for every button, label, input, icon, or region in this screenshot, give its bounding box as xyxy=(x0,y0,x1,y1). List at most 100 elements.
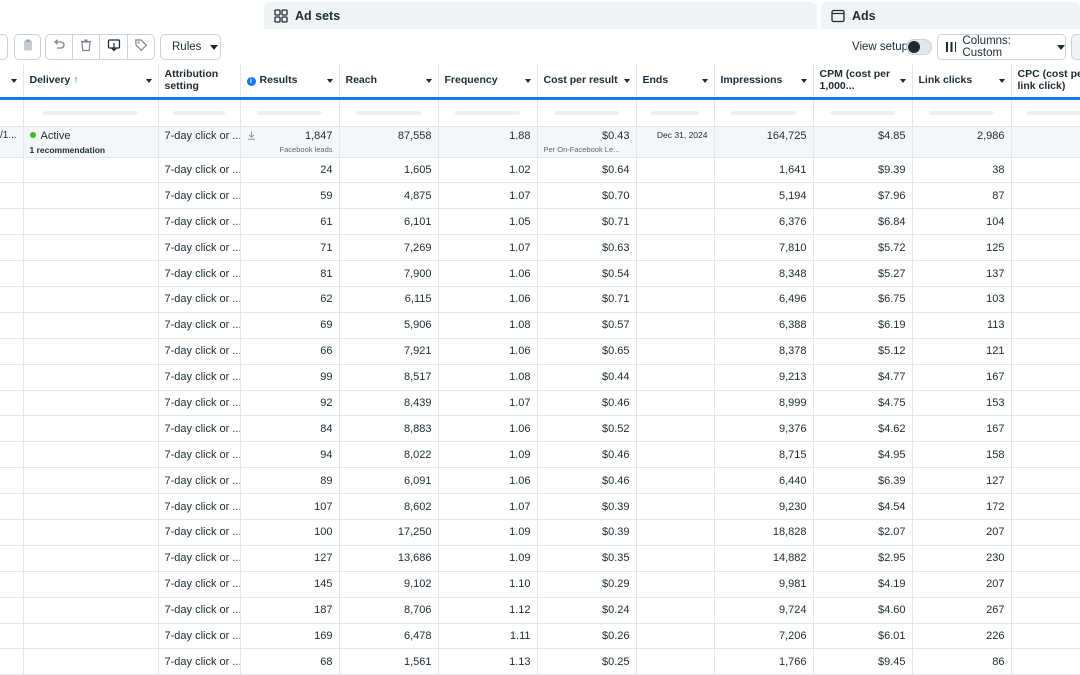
breakdown-button[interactable] xyxy=(1071,34,1080,60)
table-row[interactable]: 7-day click or ... 84 8,883 1.06 $0.52 9,376 $… xyxy=(0,415,1080,443)
table-row[interactable]: 7-day click or ... 24 1,605 1.02 $0.64 1,641 $… xyxy=(0,157,1080,184)
columns-icon xyxy=(946,42,957,52)
ends-cell xyxy=(636,208,715,236)
ends-cell xyxy=(636,441,715,469)
delivery-cell xyxy=(23,312,159,339)
ends-cell xyxy=(636,545,715,572)
delivery-cell xyxy=(23,467,159,495)
column-header-name[interactable] xyxy=(0,64,24,100)
results-cell: 62 xyxy=(240,286,340,313)
table-row[interactable]: 7-day click or ... 187 8,706 1.12 $0.24 9,724… xyxy=(0,597,1080,624)
table-row[interactable]: 7-day click or ... 81 7,900 1.06 $0.54 8,348 $… xyxy=(0,260,1080,287)
undo-button[interactable] xyxy=(45,34,73,60)
cpc-cell xyxy=(1011,493,1080,520)
impressions-cell: 5,194 xyxy=(714,182,814,210)
table-row[interactable]: 7-day click or ... 62 6,115 1.06 $0.71 6,496 $… xyxy=(0,286,1080,313)
table-row[interactable]: 7-day click or ... 145 9,102 1.10 $0.29 9,981… xyxy=(0,571,1080,598)
cost-per-result-cell: $0.70 xyxy=(537,182,637,210)
tab-campaigns[interactable] xyxy=(0,2,258,29)
view-setup-toggle[interactable] xyxy=(906,39,932,55)
tag-button[interactable] xyxy=(127,34,155,60)
cpm-cell: $5.27 xyxy=(813,260,913,287)
header-label: Delivery xyxy=(29,74,71,87)
column-header-cpm[interactable]: CPM (cost per 1,000... xyxy=(813,64,913,100)
table-row[interactable]: 7-day click or ... 94 8,022 1.09 $0.46 8,715 $… xyxy=(0,441,1080,469)
frequency-cell: 1.07 xyxy=(438,234,538,262)
attribution-cell: 7-day click or ... xyxy=(158,415,241,443)
ends-cell: Dec 31, 2024 xyxy=(636,126,715,158)
info-icon: i xyxy=(246,77,256,87)
results-cell: 145 xyxy=(240,571,340,598)
duplicate-button[interactable] xyxy=(14,34,41,60)
frequency-cell: 1.13 xyxy=(438,648,538,675)
table-row[interactable]: 7-day click or ... 89 6,091 1.06 $0.46 6,440 $… xyxy=(0,467,1080,495)
link-clicks-cell: 207 xyxy=(912,571,1012,598)
name-cell xyxy=(0,571,24,598)
attribution-cell: 7-day click or ... xyxy=(158,493,241,520)
results-type: Facebook leads xyxy=(279,144,333,154)
level-tabs: Ad sets Ads xyxy=(0,0,1080,30)
column-header-results[interactable]: i Results xyxy=(240,64,340,100)
toolbar: Rules View setup Columns: Custom xyxy=(0,30,1080,64)
attribution-cell: 7-day click or ... xyxy=(158,234,241,262)
rules-dropdown[interactable]: Rules xyxy=(160,34,221,60)
cpm-cell: $5.12 xyxy=(813,338,913,365)
ad-sets-table: Delivery ↑ Attribution setting i Results … xyxy=(0,64,1080,675)
cost-per-result-cell: $0.25 xyxy=(537,648,637,675)
delete-button[interactable] xyxy=(72,34,100,60)
cost-per-result-cell: $0.57 xyxy=(537,312,637,339)
table-row[interactable]: 7-day click or ... 61 6,101 1.05 $0.71 6,376 $… xyxy=(0,208,1080,236)
cpm-cell: $6.19 xyxy=(813,312,913,339)
column-header-impressions[interactable]: Impressions xyxy=(714,64,814,100)
name-cell[interactable]: /1... xyxy=(0,126,24,158)
table-row[interactable]: 7-day click or ... 127 13,686 1.09 $0.35 14,8… xyxy=(0,545,1080,572)
table-row[interactable]: 7-day click or ... 107 8,602 1.07 $0.39 9,230… xyxy=(0,493,1080,520)
cost-per-result-cell: $0.64 xyxy=(537,157,637,184)
name-cell xyxy=(0,286,24,313)
column-header-cpc[interactable]: CPC (cost per link click) xyxy=(1011,64,1080,100)
header-label: Impressions xyxy=(720,74,783,87)
column-header-frequency[interactable]: Frequency xyxy=(438,64,538,100)
cost-per-result-cell: $0.46 xyxy=(537,390,637,417)
column-header-cost-per-result[interactable]: Cost per result xyxy=(537,64,637,100)
column-header-ends[interactable]: Ends xyxy=(636,64,715,100)
table-row[interactable]: 7-day click or ... 59 4,875 1.07 $0.70 5,194 $… xyxy=(0,182,1080,210)
tab-ad-sets[interactable]: Ad sets xyxy=(264,2,817,29)
header-label: Reach xyxy=(345,74,378,87)
table-row[interactable]: 7-day click or ... 99 8,517 1.08 $0.44 9,213 $… xyxy=(0,364,1080,391)
table-row[interactable]: 7-day click or ... 68 1,561 1.13 $0.25 1,766 $… xyxy=(0,648,1080,675)
table-row[interactable]: 7-day click or ... 92 8,439 1.07 $0.46 8,999 $… xyxy=(0,390,1080,417)
table-row[interactable]: 7-day click or ... 71 7,269 1.07 $0.63 7,810 $… xyxy=(0,234,1080,262)
delivery-cell: Active 1 recommendation xyxy=(23,126,159,158)
impressions-cell: 8,378 xyxy=(714,338,814,365)
column-header-reach[interactable]: Reach xyxy=(339,64,439,100)
header-label: Frequency xyxy=(444,74,498,87)
tab-ads[interactable]: Ads xyxy=(821,2,1080,29)
name-cell xyxy=(0,648,24,675)
sort-caret-icon xyxy=(524,79,531,83)
impressions-cell: 6,388 xyxy=(714,312,814,339)
attribution-cell: 7-day click or ... xyxy=(158,260,241,287)
cpm-cell: $2.95 xyxy=(813,545,913,572)
table-row[interactable]: 7-day click or ... 100 17,250 1.09 $0.39 18,8… xyxy=(0,519,1080,546)
header-label: Attribution setting xyxy=(164,68,219,93)
ends-cell xyxy=(636,312,715,339)
link-clicks-cell: 125 xyxy=(912,234,1012,262)
table-row[interactable]: 7-day click or ... 169 6,478 1.11 $0.26 7,206… xyxy=(0,623,1080,650)
cpm-cell: $6.84 xyxy=(813,208,913,236)
recommendation-link[interactable]: 1 recommendation xyxy=(30,145,152,155)
reach-cell: 6,478 xyxy=(339,623,439,650)
sort-up-arrow-icon: ↑ xyxy=(73,74,79,87)
campaign-summary-row[interactable]: /1... Active 1 recommendation 7-day clic… xyxy=(0,126,1080,158)
columns-dropdown[interactable]: Columns: Custom xyxy=(937,34,1066,60)
export-button[interactable] xyxy=(99,34,128,60)
chevron-down-icon xyxy=(210,44,219,50)
column-header-attribution[interactable]: Attribution setting xyxy=(158,64,241,100)
column-header-link-clicks[interactable]: Link clicks xyxy=(912,64,1012,100)
link-clicks-cell: 230 xyxy=(912,545,1012,572)
table-row[interactable]: 7-day click or ... 66 7,921 1.06 $0.65 8,378 $… xyxy=(0,338,1080,365)
name-cell xyxy=(0,234,24,262)
table-row[interactable]: 7-day click or ... 69 5,906 1.08 $0.57 6,388 $… xyxy=(0,312,1080,339)
create-button[interactable] xyxy=(0,34,8,60)
column-header-delivery[interactable]: Delivery ↑ xyxy=(23,64,159,100)
